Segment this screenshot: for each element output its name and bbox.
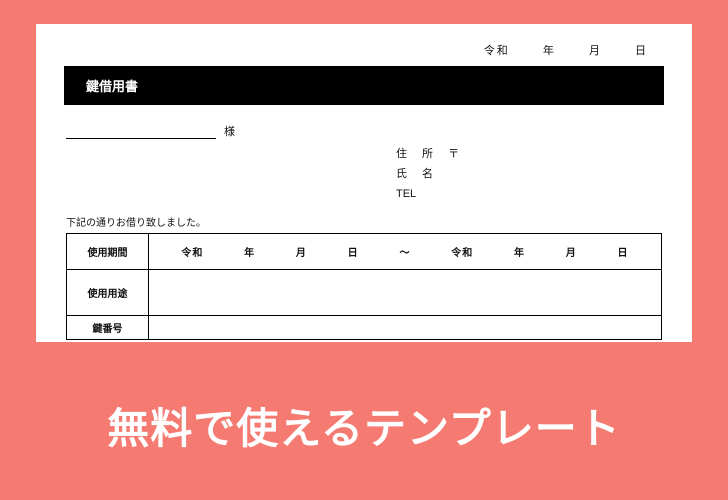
period-era2: 令和	[451, 244, 473, 259]
form-table: 使用期間 令和 年 月 日 〜 令和 年 月 日 使用用途	[66, 233, 662, 340]
document-title-bar: 鍵借用書	[64, 66, 664, 105]
period-month1: 月	[296, 244, 307, 259]
month-label: 月	[589, 45, 602, 57]
period-year2: 年	[514, 244, 525, 259]
document-title: 鍵借用書	[86, 79, 138, 94]
banner: 無料で使えるテンプレート	[0, 350, 728, 500]
address-label: 住 所	[396, 145, 439, 165]
purpose-header: 使用用途	[67, 270, 149, 316]
document-preview: 令和 年 月 日 鍵借用書 様 住 所 〒 氏 名 TEL 下記の通りお借り致し…	[36, 24, 692, 342]
period-header: 使用期間	[67, 234, 149, 270]
period-cell: 令和 年 月 日 〜 令和 年 月 日	[149, 234, 662, 270]
banner-text: 無料で使えるテンプレート	[107, 395, 620, 456]
contact-address-row: 住 所 〒	[396, 145, 662, 165]
date-header: 令和 年 月 日	[66, 42, 662, 58]
table-row-keyno: 鍵番号	[67, 316, 662, 340]
contact-name-row: 氏 名	[396, 165, 662, 185]
table-row-purpose: 使用用途	[67, 270, 662, 316]
purpose-cell	[149, 270, 662, 316]
document-inner: 令和 年 月 日 鍵借用書 様 住 所 〒 氏 名 TEL 下記の通りお借り致し…	[36, 24, 692, 340]
name-label: 氏 名	[396, 165, 439, 185]
table-row-period: 使用期間 令和 年 月 日 〜 令和 年 月 日	[67, 234, 662, 270]
year-label: 年	[543, 45, 556, 57]
recipient-suffix: 様	[224, 123, 235, 139]
recipient-blank-line	[66, 125, 216, 139]
postal-mark: 〒	[448, 148, 459, 160]
period-era1: 令和	[181, 244, 203, 259]
period-year1: 年	[244, 244, 255, 259]
period-day2: 日	[618, 244, 629, 259]
era-label: 令和	[484, 45, 510, 57]
contact-tel-row: TEL	[396, 185, 662, 205]
contact-block: 住 所 〒 氏 名 TEL	[396, 145, 662, 204]
note-line: 下記の通りお借り致しました。	[66, 214, 662, 229]
period-tilde: 〜	[399, 244, 410, 259]
period-day1: 日	[348, 244, 359, 259]
period-month2: 月	[566, 244, 577, 259]
day-label: 日	[635, 45, 648, 57]
tel-label: TEL	[396, 188, 416, 200]
keyno-cell	[149, 316, 662, 340]
recipient-row: 様	[66, 123, 662, 139]
keyno-header: 鍵番号	[67, 316, 149, 340]
